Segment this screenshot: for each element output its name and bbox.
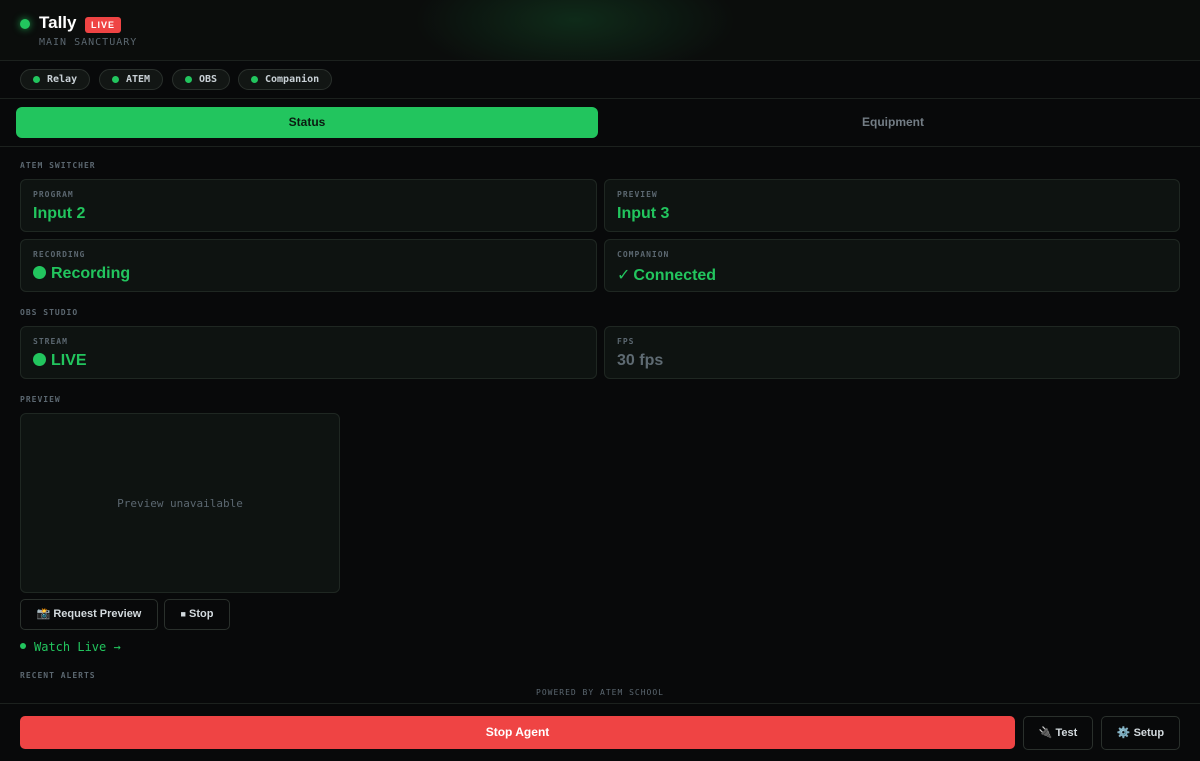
- tab-equipment[interactable]: Equipment: [602, 107, 1184, 138]
- program-card: PROGRAM Input 2: [20, 179, 597, 232]
- section-label-alerts: RECENT ALERTS: [20, 671, 96, 680]
- status-dot-icon: [185, 76, 192, 83]
- stop-square-icon: ■: [180, 609, 186, 619]
- request-preview-label: Request Preview: [53, 608, 142, 620]
- test-button[interactable]: 🔌 Test: [1023, 716, 1093, 750]
- watch-live-label: Watch Live →: [34, 640, 121, 654]
- recording-card: RECORDING Recording: [20, 239, 597, 292]
- pill-label: OBS: [199, 74, 218, 85]
- recording-value: Recording: [51, 265, 131, 282]
- recording-dot-icon: [33, 266, 46, 279]
- pill-relay[interactable]: Relay: [20, 69, 91, 90]
- section-label-obs: OBS STUDIO: [20, 308, 79, 317]
- gear-icon: ⚙️: [1116, 727, 1131, 739]
- tab-bar: Status Equipment: [0, 99, 1200, 147]
- status-dot-icon: [251, 76, 258, 83]
- stop-preview-button[interactable]: ■ Stop: [164, 599, 230, 630]
- stream-card: STREAM LIVE: [20, 326, 597, 379]
- status-dot-icon: [112, 76, 119, 83]
- pill-label: Companion: [265, 74, 320, 85]
- footer-bar: Stop Agent 🔌 Test ⚙️ Setup: [0, 703, 1200, 761]
- request-preview-button[interactable]: 📸 Request Preview: [20, 599, 158, 630]
- card-label: FPS: [617, 337, 635, 346]
- recording-status: Recording: [33, 265, 130, 283]
- stream-status: LIVE: [33, 352, 87, 370]
- card-label: STREAM: [33, 337, 68, 346]
- card-label: RECORDING: [33, 250, 86, 259]
- companion-status: ✓ Connected: [617, 265, 716, 285]
- pill-atem[interactable]: ATEM: [99, 69, 164, 90]
- fps-value: 30 fps: [617, 352, 664, 369]
- live-badge: LIVE: [85, 17, 122, 33]
- setup-button[interactable]: ⚙️ Setup: [1101, 716, 1180, 750]
- pill-obs[interactable]: OBS: [172, 69, 231, 90]
- tab-status[interactable]: Status: [16, 107, 598, 138]
- location-label: MAIN SANCTUARY: [39, 37, 138, 48]
- plug-icon: 🔌: [1038, 727, 1053, 739]
- status-dot-icon: [33, 76, 40, 83]
- live-dot-icon: [20, 643, 26, 649]
- card-label: PROGRAM: [33, 190, 74, 199]
- check-icon: ✓: [617, 267, 631, 284]
- pill-companion[interactable]: Companion: [238, 69, 333, 90]
- stop-agent-button[interactable]: Stop Agent: [20, 716, 1015, 749]
- section-label-preview: PREVIEW: [20, 395, 61, 404]
- connection-status-dot: [20, 19, 30, 29]
- watch-live-link[interactable]: Watch Live →: [20, 640, 121, 654]
- stop-preview-label: Stop: [188, 608, 214, 620]
- app-title: Tally: [39, 13, 77, 32]
- app-header: Tally LIVE MAIN SANCTUARY: [0, 0, 1200, 61]
- section-label-atem: ATEM SWITCHER: [20, 161, 96, 170]
- stream-value: LIVE: [51, 352, 87, 369]
- connection-pills: Relay ATEM OBS Companion: [0, 61, 1200, 99]
- fps-card: FPS 30 fps: [604, 326, 1180, 379]
- preview-card: PREVIEW Input 3: [604, 179, 1180, 232]
- companion-card: COMPANION ✓ Connected: [604, 239, 1180, 292]
- preview-frame: Preview unavailable: [20, 413, 340, 593]
- pill-label: ATEM: [126, 74, 151, 85]
- preview-value: Input 3: [617, 205, 670, 222]
- preview-placeholder: Preview unavailable: [117, 497, 243, 510]
- live-dot-icon: [33, 353, 46, 366]
- powered-by: POWERED BY ATEM SCHOOL: [536, 688, 664, 697]
- companion-value: Connected: [633, 267, 717, 284]
- test-label: Test: [1055, 727, 1078, 739]
- program-value: Input 2: [33, 205, 86, 222]
- pill-label: Relay: [47, 74, 78, 85]
- card-label: PREVIEW: [617, 190, 658, 199]
- camera-icon: 📸: [36, 608, 51, 620]
- setup-label: Setup: [1133, 727, 1165, 739]
- card-label: COMPANION: [617, 250, 670, 259]
